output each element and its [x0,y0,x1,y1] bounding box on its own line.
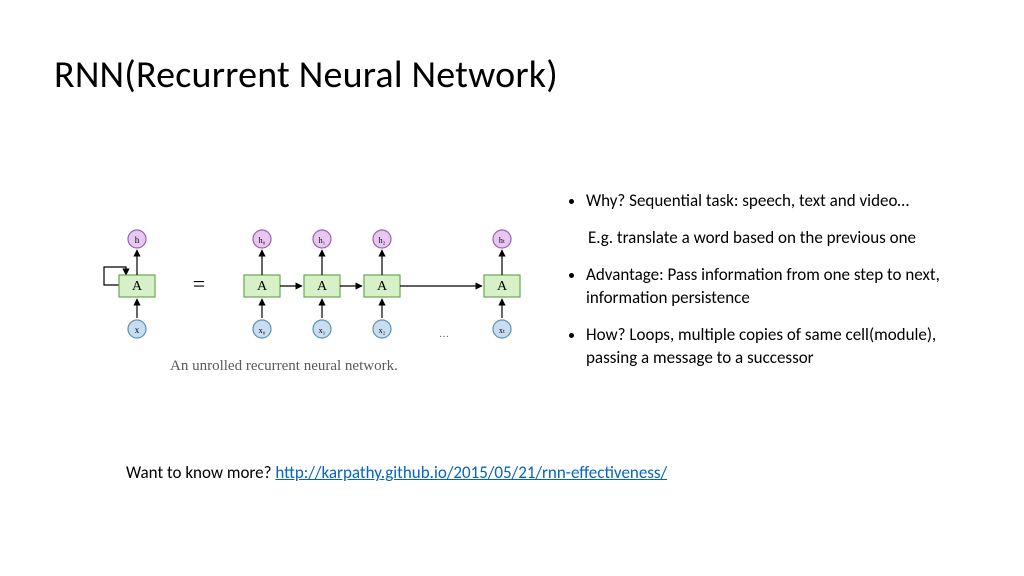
rnn-diagram: A h x = A h₀ x₀ [94,225,534,350]
cell-label: A [132,279,143,294]
folded-cell: A h x [104,230,155,338]
svg-text:A: A [377,279,388,294]
bullet-text: Advantage: Pass information from one ste… [586,264,940,308]
svg-text:h₂: h₂ [379,236,386,245]
slide: RNN(Recurrent Neural Network) A h [0,0,1024,576]
bullet-text: How? Loops, multiple copies of same cell… [586,324,936,368]
bullet-item: How? Loops, multiple copies of same cell… [586,324,990,370]
svg-text:x₂: x₂ [379,326,386,335]
slide-title: RNN(Recurrent Neural Network) [54,52,558,98]
unrolled-cell-0: A h₀ x₀ [244,230,280,338]
unrolled-cell-2: A h₂ x₂ [364,230,400,338]
h-label: h [135,235,140,245]
svg-text:A: A [257,279,268,294]
unrolled-cell-t: A hₜ xₜ [484,230,520,338]
equals-sign: = [193,271,205,296]
bullet-subtext: E.g. translate a word based on the previ… [588,227,990,250]
svg-text:h₀: h₀ [259,236,266,245]
bullet-text: Why? Sequential task: speech, text and v… [586,190,909,211]
bullet-item: Advantage: Pass information from one ste… [586,264,990,310]
svg-text:A: A [497,279,508,294]
svg-text:hₜ: hₜ [499,236,505,245]
bullet-item: Why? Sequential task: speech, text and v… [586,190,990,250]
footer-prefix: Want to know more? [126,462,275,483]
svg-text:A: A [317,279,328,294]
footer-text: Want to know more? http://karpathy.githu… [126,462,667,483]
ellipsis: … [439,329,449,340]
footer-link[interactable]: http://karpathy.github.io/2015/05/21/rnn… [275,462,667,483]
bullet-list: Why? Sequential task: speech, text and v… [560,190,990,384]
x-label: x [135,325,140,335]
svg-text:x₁: x₁ [319,326,326,335]
svg-text:h₁: h₁ [319,236,326,245]
figure-caption: An unrolled recurrent neural network. [170,358,398,375]
unrolled-cell-1: A h₁ x₁ [304,230,340,338]
svg-text:x₀: x₀ [259,326,266,335]
svg-text:xₜ: xₜ [499,326,505,335]
